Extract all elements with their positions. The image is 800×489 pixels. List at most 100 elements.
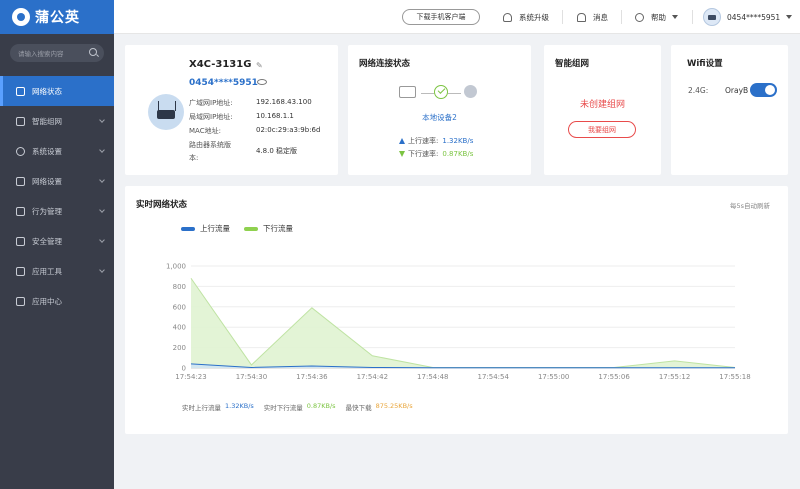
arrow-up-icon [399, 138, 405, 144]
mac-label: MAC地址: [189, 127, 221, 135]
search-icon[interactable] [89, 48, 97, 56]
wan-ip-label: 广域网IP地址: [189, 99, 233, 107]
chart-footer: 实时上行流量 1.32KB/s 实时下行流量 0.87KB/s 最快下载 875… [182, 402, 413, 412]
lan-ip-label: 局域网IP地址: [189, 113, 233, 121]
account-label: 0454****5951 [727, 12, 781, 22]
account-menu[interactable]: 0454****5951 [703, 0, 793, 34]
messages-link[interactable]: 消息 [577, 0, 608, 34]
download-rate-value: 0.87KB/s [442, 150, 474, 158]
firmware-label: 路由器系统版 [189, 141, 231, 149]
check-circle-icon [434, 85, 448, 99]
download-series-area [191, 278, 735, 368]
local-device-link[interactable]: 本地设备2 [348, 112, 531, 123]
sidebar-item-label: 网络状态 [32, 86, 62, 96]
sidebar-item-app-center[interactable]: 应用中心 [0, 286, 114, 316]
chevron-down-icon [99, 147, 105, 153]
sidebar-item-label: 网络设置 [32, 176, 62, 186]
sidebar-item-behavior-management[interactable]: 行为管理 [0, 196, 114, 226]
mac-value: 02:0c:29:a3:9b:6d [256, 126, 321, 134]
connection-line [421, 93, 434, 94]
sidebar-item-network-settings[interactable]: 网络设置 [0, 166, 114, 196]
x-tick-label: 17:54:30 [236, 373, 267, 381]
footer-up-value: 1.32KB/s [225, 402, 254, 410]
wifi-settings-title: Wifi设置 [687, 59, 723, 69]
download-app-button[interactable]: 下载手机客户端 [402, 9, 480, 25]
search-placeholder: 请输入搜索内容 [18, 50, 64, 58]
sidebar-item-label: 应用中心 [32, 296, 62, 306]
sidebar-item-label: 应用工具 [32, 266, 62, 276]
sidebar-item-label: 系统设置 [32, 146, 62, 156]
x-tick-label: 17:54:54 [477, 373, 509, 381]
sidebar-item-system-settings[interactable]: 系统设置 [0, 136, 114, 166]
lan-ip-value: 10.168.1.1 [256, 112, 294, 120]
upload-rate-label: 上行速率: [408, 137, 439, 145]
gear-icon [16, 146, 25, 156]
sidebar-search-input[interactable]: 请输入搜索内容 [10, 44, 104, 62]
realtime-network-card: 实时网络状态 每5s自动刷新 上行流量 下行流量 0 200 400 600 800 1,… [125, 186, 788, 434]
smart-mesh-title: 智能组网 [555, 59, 590, 69]
x-tick-label: 17:54:48 [417, 373, 448, 381]
smart-mesh-card: 智能组网 未创建组网 我要组网 [544, 45, 661, 175]
chevron-down-icon [99, 237, 105, 243]
y-tick-label: 600 [173, 303, 186, 311]
upload-rate-value: 1.32KB/s [442, 137, 474, 145]
footer-down-label: 实时下行流量 [263, 404, 303, 412]
device-id: 0454****5951 [189, 78, 258, 88]
system-upgrade-link[interactable]: 系统升级 [503, 0, 549, 34]
y-tick-label: 200 [173, 344, 186, 352]
messages-label: 消息 [593, 12, 608, 22]
network-status-icon [16, 86, 25, 96]
caret-down-icon [672, 15, 678, 19]
shield-icon [16, 236, 25, 246]
device-name: X4C-3131G [189, 59, 252, 70]
system-upgrade-label: 系统升级 [519, 12, 549, 22]
download-rate-row: 下行速率: 0.87KB/s [399, 149, 473, 159]
chevron-down-icon [99, 207, 105, 213]
sidebar-item-network-status[interactable]: 网络状态 [0, 76, 114, 106]
router-avatar-icon [148, 94, 184, 130]
device-info-card: X4C-3131G ✎ 0454****5951 广域网IP地址: 192.16… [125, 45, 338, 175]
header-divider [562, 10, 563, 24]
wifi-toggle[interactable] [750, 83, 777, 97]
sidebar-item-security[interactable]: 安全管理 [0, 226, 114, 256]
x-tick-label: 17:54:36 [296, 373, 328, 381]
footer-down-value: 0.87KB/s [306, 402, 336, 410]
sidebar-item-tools[interactable]: 应用工具 [0, 256, 114, 286]
brand-name: 蒲公英 [35, 10, 80, 26]
chevron-down-icon [99, 177, 105, 183]
question-circle-icon [635, 12, 644, 22]
brand-logo[interactable]: 蒲公英 [0, 0, 114, 34]
chevron-down-icon [99, 117, 105, 123]
edit-pencil-icon[interactable]: ✎ [256, 61, 263, 70]
download-rate-label: 下行速率: [408, 150, 439, 158]
network-connection-card: 网络连接状态 本地设备2 上行速率: 1.32KB/s 下行速率: 0.87KB… [348, 45, 531, 175]
y-tick-label: 1,000 [166, 263, 186, 271]
dandelion-logo-icon [12, 8, 30, 26]
traffic-chart: 0 200 400 600 800 1,000 17:54:23 17:54:30 17:54:… [166, 263, 751, 382]
sidebar-item-smart-mesh[interactable]: 智能组网 [0, 106, 114, 136]
x-tick-label: 17:55:12 [659, 373, 690, 381]
bell-icon [577, 12, 586, 22]
y-tick-label: 800 [173, 283, 186, 291]
x-tick-label: 17:54:42 [357, 373, 388, 381]
footer-max-label: 最快下载 [345, 404, 372, 412]
network-connection-title: 网络连接状态 [359, 59, 411, 69]
router-icon [399, 86, 416, 98]
help-menu[interactable]: 帮助 [635, 0, 678, 34]
create-mesh-button[interactable]: 我要组网 [568, 121, 636, 138]
connection-line [448, 93, 461, 94]
x-tick-label: 17:55:06 [598, 373, 630, 381]
firmware-version: 4.8.0 稳定版 [256, 147, 298, 155]
header-divider [692, 10, 693, 24]
caret-down-icon [786, 15, 793, 19]
wifi-ssid: OrayB [725, 86, 749, 95]
upload-rate-row: 上行速率: 1.32KB/s [399, 136, 473, 146]
x-tick-label: 17:55:00 [538, 373, 569, 381]
eye-hidden-icon[interactable] [257, 79, 267, 85]
wifi-band-label: 2.4G: [688, 86, 709, 95]
mesh-icon [16, 116, 25, 126]
behavior-icon [16, 206, 25, 216]
cube-icon [16, 296, 25, 306]
mesh-status-text: 未创建组网 [579, 100, 625, 110]
wan-ip-value: 192.168.43.100 [256, 98, 312, 106]
